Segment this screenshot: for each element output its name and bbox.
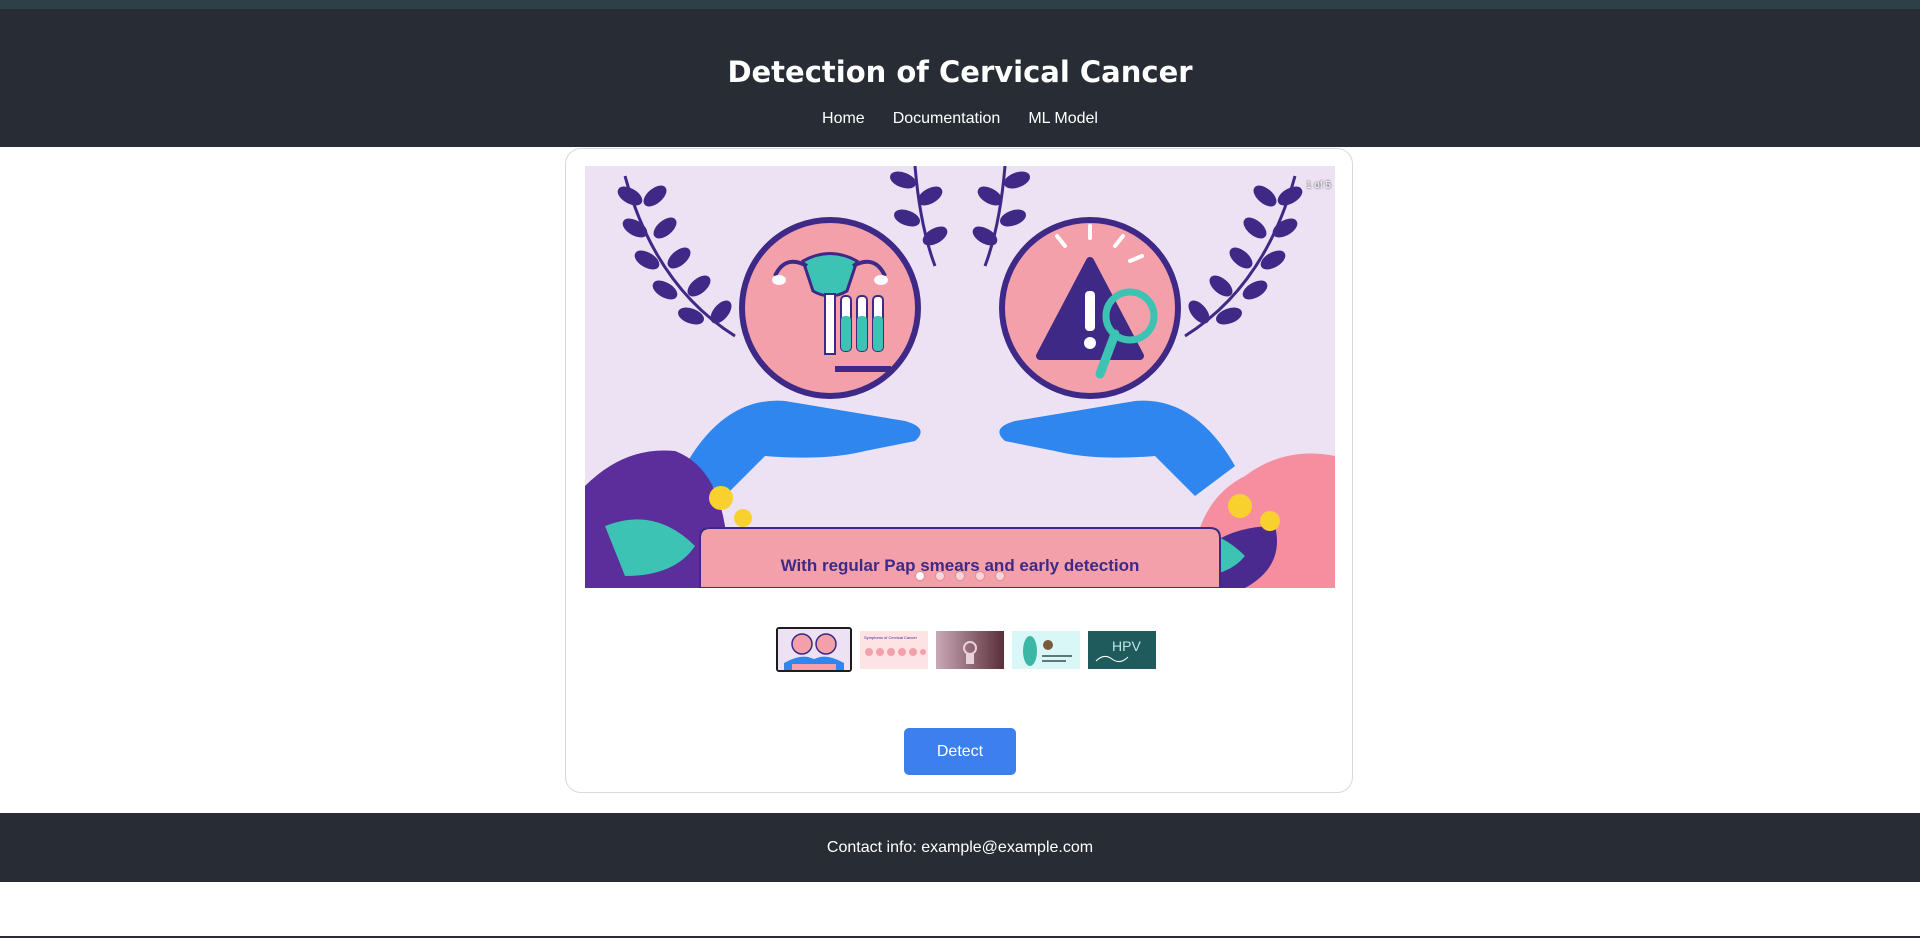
slide-illustration: With regular Pap smears and early detect… <box>585 166 1335 588</box>
carousel-dot-2[interactable] <box>936 572 944 580</box>
thumbnail-2[interactable]: Symptoms of Cervical Cancer <box>860 630 928 669</box>
nav-link-ml-model[interactable]: ML Model <box>1028 109 1098 129</box>
nav-link-documentation[interactable]: Documentation <box>893 109 1001 129</box>
svg-text:HPV: HPV <box>1112 638 1141 654</box>
site-header: Detection of Cervical Cancer Home Docume… <box>0 9 1920 147</box>
thumbnail-3[interactable] <box>936 630 1004 669</box>
image-carousel[interactable]: With regular Pap smears and early detect… <box>585 166 1335 588</box>
site-footer: Contact info: example@example.com <box>0 813 1920 882</box>
thumbnail-5[interactable]: HPV <box>1088 630 1156 669</box>
nav-link-home[interactable]: Home <box>822 109 865 129</box>
thumbnail-1[interactable] <box>776 627 852 672</box>
carousel-dots <box>585 572 1335 580</box>
thumbnail-strip: Symptoms of Cervical Cancer HPV <box>776 627 1156 672</box>
detect-button[interactable]: Detect <box>904 728 1016 775</box>
warning-magnifier-icon <box>999 217 1181 399</box>
page-title: Detection of Cervical Cancer <box>727 55 1193 89</box>
thumbnail-4[interactable] <box>1012 630 1080 669</box>
contact-info: Contact info: example@example.com <box>826 839 1094 856</box>
uterus-test-tubes-icon <box>739 217 921 399</box>
svg-text:Symptoms of Cervical Cancer: Symptoms of Cervical Cancer <box>864 635 918 640</box>
slide-counter: 1 of 5 <box>1305 180 1331 191</box>
carousel-dot-4[interactable] <box>976 572 984 580</box>
window-top-strip <box>0 0 1920 9</box>
main-nav: Home Documentation ML Model <box>0 109 1920 129</box>
carousel-dot-3[interactable] <box>956 572 964 580</box>
carousel-dot-1[interactable] <box>916 572 924 580</box>
carousel-dot-5[interactable] <box>996 572 1004 580</box>
